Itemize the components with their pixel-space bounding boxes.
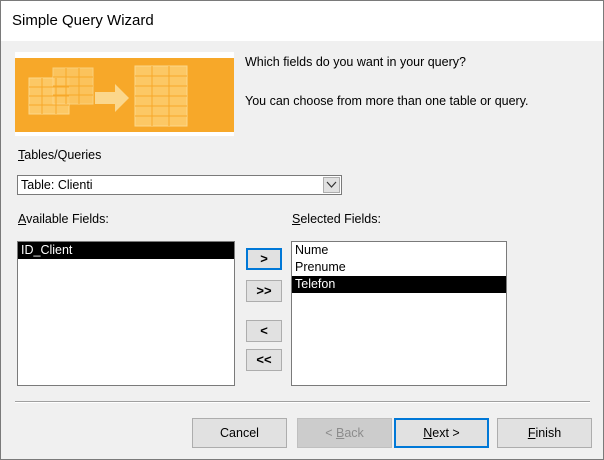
prompt-hint: You can choose from more than one table … (245, 94, 529, 108)
wizard-body: Which fields do you want in your query? … (1, 41, 603, 459)
add-all-fields-button[interactable]: >> (246, 280, 282, 302)
cancel-button[interactable]: Cancel (192, 418, 287, 448)
window-title: Simple Query Wizard (12, 12, 154, 29)
list-item[interactable]: Nume (292, 242, 506, 259)
available-fields-list[interactable]: ID_Client (17, 241, 235, 386)
footer-divider (15, 401, 590, 403)
available-fields-label: Available Fields: (18, 212, 109, 226)
wizard-window: Simple Query Wizard Which fields do you … (0, 0, 604, 460)
tables-queries-label: Tables/Queries (18, 148, 102, 162)
prompt-question: Which fields do you want in your query? (245, 55, 466, 69)
tables-queries-select[interactable]: Table: Clienti (17, 175, 342, 195)
table-to-query-illustration-icon (15, 58, 234, 132)
back-button[interactable]: < Back (297, 418, 392, 448)
dropdown-button[interactable] (323, 177, 340, 193)
remove-field-button[interactable]: < (246, 320, 282, 342)
add-field-button[interactable]: > (246, 248, 282, 270)
selected-fields-list[interactable]: Nume Prenume Telefon (291, 241, 507, 386)
list-item[interactable]: ID_Client (18, 242, 234, 259)
tables-queries-value: Table: Clienti (21, 178, 93, 192)
title-bar[interactable]: Simple Query Wizard (1, 1, 603, 41)
next-button[interactable]: Next > (394, 418, 489, 448)
finish-button[interactable]: Finish (497, 418, 592, 448)
wizard-illustration (15, 52, 234, 136)
remove-all-fields-button[interactable]: << (246, 349, 282, 371)
list-item[interactable]: Prenume (292, 259, 506, 276)
list-item[interactable]: Telefon (292, 276, 506, 293)
selected-fields-label: Selected Fields: (292, 212, 381, 226)
chevron-down-icon (326, 181, 337, 188)
